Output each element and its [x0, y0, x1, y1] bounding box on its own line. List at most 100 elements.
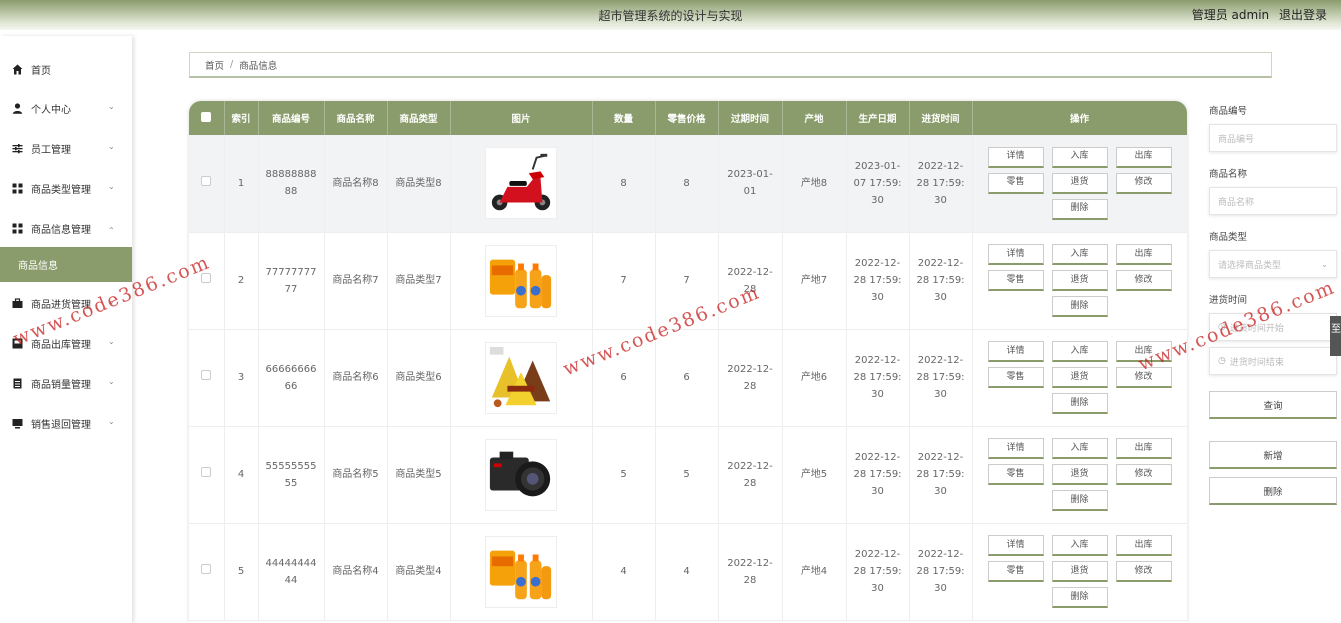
cell-type: 商品类型4 — [387, 523, 451, 621]
edit-button[interactable]: 修改 — [1115, 464, 1172, 485]
breadcrumb-home[interactable]: 首页 — [205, 58, 224, 72]
type-select[interactable]: 请选择商品类型 ⌄ — [1209, 250, 1337, 278]
return-button[interactable]: 退货 — [1051, 561, 1108, 582]
query-button[interactable]: 查询 — [1209, 391, 1337, 419]
admin-label: 管理员 admin — [1191, 8, 1270, 22]
home-icon — [11, 63, 23, 75]
col-header: 商品编号 — [258, 101, 325, 135]
edit-button[interactable]: 修改 — [1115, 270, 1172, 291]
stock-out-button[interactable]: 出库 — [1115, 438, 1172, 459]
stock-in-button[interactable]: 入库 — [1051, 341, 1108, 362]
logout-link[interactable]: 退出登录 — [1279, 8, 1327, 22]
name-search-input[interactable]: 商品名称 — [1209, 187, 1337, 215]
detail-button[interactable]: 详情 — [987, 146, 1044, 168]
cell-qty: 5 — [592, 426, 656, 524]
edit-button[interactable]: 修改 — [1115, 172, 1172, 194]
chevron-down-icon: ⌄ — [108, 337, 115, 346]
return-button[interactable]: 退货 — [1051, 270, 1108, 291]
row-checkbox[interactable] — [189, 523, 225, 621]
cell-origin: 产地4 — [782, 523, 847, 621]
row-checkbox[interactable] — [189, 329, 225, 427]
cell-type: 商品类型6 — [387, 329, 451, 427]
cell-type: 商品类型8 — [387, 135, 451, 233]
sidebar-item-returns[interactable]: 销售退回管理 ⌄ — [0, 405, 132, 441]
cell-expire: 2022-12-28 — [718, 426, 783, 524]
expire-text: 2022-12-28 — [727, 460, 773, 489]
row-delete-button[interactable]: 删除 — [1051, 296, 1108, 317]
stock-in-button[interactable]: 入库 — [1051, 244, 1108, 265]
retail-button[interactable]: 零售 — [987, 172, 1044, 194]
code-search-input[interactable]: 商品编号 — [1209, 124, 1337, 152]
cell-stocked: 2022-12-28 17:59:30 — [909, 523, 973, 621]
code-text: 6666666666 — [265, 363, 317, 392]
detail-button[interactable]: 详情 — [987, 438, 1044, 459]
stock-out-button[interactable]: 出库 — [1115, 146, 1172, 168]
stock-in-button[interactable]: 入库 — [1051, 438, 1108, 459]
col-header: 数量 — [592, 101, 656, 135]
row-checkbox[interactable] — [189, 232, 225, 330]
breadcrumb-separator: / — [230, 59, 234, 70]
sidebar-item-home[interactable]: 首页 — [0, 51, 132, 87]
cell-image — [450, 135, 593, 233]
stock-in-button[interactable]: 入库 — [1051, 535, 1108, 556]
sidebar-item-personal[interactable]: 个人中心 ⌄ — [0, 90, 132, 126]
retail-button[interactable]: 零售 — [987, 367, 1044, 388]
sidebar-item-label: 商品销量管理 — [31, 379, 91, 391]
cell-name: 商品名称4 — [324, 523, 388, 621]
delete-button[interactable]: 删除 — [1209, 477, 1337, 505]
chevron-down-icon: ⌄ — [108, 142, 115, 151]
sidebar-item-product-info-mgmt[interactable]: 商品信息管理 ⌃ — [0, 210, 132, 246]
cell-image — [450, 523, 593, 621]
sidebar-item-product-type[interactable]: 商品类型管理 ⌄ — [0, 170, 132, 206]
return-button[interactable]: 退货 — [1051, 367, 1108, 388]
expire-text: 2022-12-28 — [727, 557, 773, 586]
cell-index: 1 — [224, 135, 259, 233]
stock-out-button[interactable]: 出库 — [1115, 244, 1172, 265]
cell-expire: 2022-12-28 — [718, 523, 783, 621]
col-header: 进货时间 — [909, 101, 973, 135]
cell-name: 商品名称6 — [324, 329, 388, 427]
cell-price: 5 — [655, 426, 719, 524]
sidebar-item-sales[interactable]: 商品销量管理 ⌄ — [0, 365, 132, 401]
table-row: 4 5555555555 商品名称5 商品类型5 5 5 2022-12-28 产地5 2022… — [189, 426, 1187, 524]
detail-button[interactable]: 详情 — [987, 244, 1044, 265]
row-delete-button[interactable]: 删除 — [1051, 198, 1108, 220]
row-checkbox[interactable] — [189, 135, 225, 233]
code-text: 4444444444 — [265, 557, 317, 586]
side-float-tab[interactable]: 至 — [1330, 316, 1341, 356]
code-text: 5555555555 — [265, 460, 317, 489]
detail-button[interactable]: 详情 — [987, 341, 1044, 362]
return-button[interactable]: 退货 — [1051, 464, 1108, 485]
cell-code: 4444444444 — [258, 523, 325, 621]
time-end-input[interactable]: ◷ 进货时间结束 — [1209, 347, 1337, 375]
stocked-text: 2022-12-28 17:59:30 — [916, 258, 965, 303]
chevron-down-icon: ⌄ — [108, 182, 115, 191]
stock-in-button[interactable]: 入库 — [1051, 146, 1108, 168]
sidebar-item-staff[interactable]: 员工管理 ⌄ — [0, 130, 132, 166]
row-delete-button[interactable]: 删除 — [1051, 490, 1108, 511]
row-delete-button[interactable]: 删除 — [1051, 393, 1108, 414]
row-delete-button[interactable]: 删除 — [1051, 587, 1108, 608]
col-header: 商品类型 — [387, 101, 451, 135]
cell-index: 2 — [224, 232, 259, 330]
col-header: 过期时间 — [718, 101, 783, 135]
return-button[interactable]: 退货 — [1051, 172, 1108, 194]
add-button[interactable]: 新增 — [1209, 441, 1337, 469]
edit-button[interactable]: 修改 — [1115, 561, 1172, 582]
sidebar-item-product-info[interactable]: 商品信息 — [0, 247, 132, 282]
type-label: 商品类型 — [1209, 232, 1248, 243]
retail-button[interactable]: 零售 — [987, 270, 1044, 291]
cell-name: 商品名称8 — [324, 135, 388, 233]
detail-button[interactable]: 详情 — [987, 535, 1044, 556]
col-header: 操作 — [972, 101, 1187, 135]
app-title: 超市管理系统的设计与实现 — [598, 9, 743, 23]
col-header: 生产日期 — [846, 101, 910, 135]
cell-produced: 2023-01-07 17:59:30 — [846, 135, 910, 233]
produced-text: 2022-12-28 17:59:30 — [853, 549, 902, 594]
retail-button[interactable]: 零售 — [987, 464, 1044, 485]
sidebar-item-label: 个人中心 — [31, 104, 71, 116]
stock-out-button[interactable]: 出库 — [1115, 535, 1172, 556]
row-checkbox[interactable] — [189, 426, 225, 524]
retail-button[interactable]: 零售 — [987, 561, 1044, 582]
select-all-checkbox[interactable] — [189, 101, 225, 135]
